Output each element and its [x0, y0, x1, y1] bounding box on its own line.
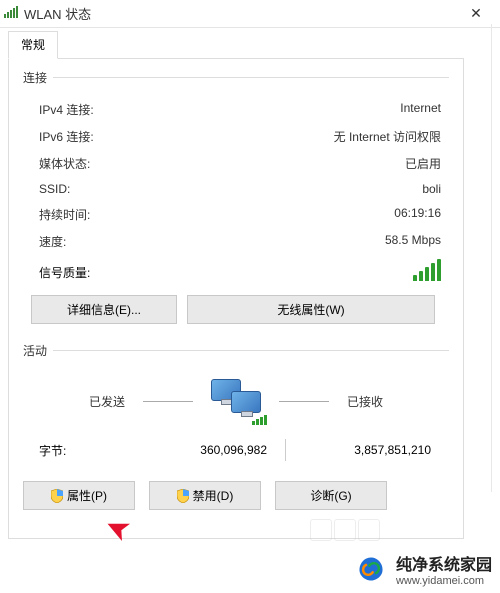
bytes-sent: 360,096,982 — [129, 443, 277, 457]
line-icon — [143, 401, 193, 402]
connection-legend: 连接 — [23, 69, 53, 86]
watermark-url: www.yidamei.com — [396, 575, 492, 587]
wifi-icon — [4, 6, 18, 21]
row-speed: 速度: 58.5 Mbps — [23, 228, 449, 255]
activity-diagram: 已发送 已接收 — [23, 369, 449, 429]
label-signal: 信号质量: — [39, 264, 90, 281]
decorative-rule — [491, 24, 492, 492]
bytes-received: 3,857,851,210 — [293, 443, 441, 457]
row-ipv4: IPv4 连接: Internet — [23, 96, 449, 123]
received-label: 已接收 — [347, 393, 383, 410]
details-button[interactable]: 详细信息(E)... — [31, 295, 177, 324]
value-ipv4: Internet — [400, 101, 441, 118]
shield-icon — [51, 489, 63, 503]
diagnose-button[interactable]: 诊断(G) — [275, 481, 387, 510]
row-ssid: SSID: boli — [23, 177, 449, 201]
tab-strip: 常规 — [8, 30, 472, 58]
close-button[interactable]: ✕ — [456, 5, 496, 22]
watermark: 纯净系统家园 www.yidamei.com — [354, 551, 492, 587]
network-monitors-icon — [211, 379, 261, 423]
value-media: 已启用 — [405, 155, 441, 172]
properties-button-label: 属性(P) — [67, 487, 107, 504]
bytes-row: 字节: 360,096,982 3,857,851,210 — [23, 429, 449, 475]
label-ipv4: IPv4 连接: — [39, 101, 94, 118]
bytes-label: 字节: — [39, 442, 129, 459]
titlebar: WLAN 状态 ✕ — [0, 0, 500, 28]
tab-general[interactable]: 常规 — [8, 31, 58, 59]
label-speed: 速度: — [39, 233, 66, 250]
activity-legend: 活动 — [23, 342, 53, 359]
properties-button[interactable]: 属性(P) — [23, 481, 135, 510]
watermark-bar: 纯净系统家园 www.yidamei.com — [0, 543, 500, 593]
line-icon — [279, 401, 329, 402]
watermark-faint-icons — [310, 519, 380, 541]
label-ipv6: IPv6 连接: — [39, 128, 94, 145]
value-ipv6: 无 Internet 访问权限 — [334, 128, 441, 145]
row-media: 媒体状态: 已启用 — [23, 150, 449, 177]
shield-icon — [177, 489, 189, 503]
tab-panel: 连接 IPv4 连接: Internet IPv6 连接: 无 Internet… — [8, 58, 464, 539]
label-duration: 持续时间: — [39, 206, 90, 223]
row-duration: 持续时间: 06:19:16 — [23, 201, 449, 228]
watermark-logo-icon — [354, 555, 388, 583]
sent-label: 已发送 — [89, 393, 125, 410]
dialog-body: 常规 连接 IPv4 连接: Internet IPv6 连接: 无 Inter… — [0, 30, 472, 539]
row-signal: 信号质量: — [23, 255, 449, 289]
diagnose-button-label: 诊断(G) — [310, 487, 351, 504]
connection-buttons: 详细信息(E)... 无线属性(W) — [23, 289, 449, 328]
wireless-properties-button[interactable]: 无线属性(W) — [187, 295, 435, 324]
row-ipv6: IPv6 连接: 无 Internet 访问权限 — [23, 123, 449, 150]
watermark-title: 纯净系统家园 — [396, 551, 492, 575]
signal-bars-icon — [413, 259, 441, 281]
label-ssid: SSID: — [39, 182, 70, 196]
value-speed: 58.5 Mbps — [385, 233, 441, 250]
disable-button[interactable]: 禁用(D) — [149, 481, 261, 510]
label-media: 媒体状态: — [39, 155, 90, 172]
value-ssid: boli — [422, 182, 441, 196]
window-title: WLAN 状态 — [24, 4, 456, 23]
activity-group: 活动 已发送 已接收 字节: 360,096,982 3,857,851,210 — [23, 342, 449, 516]
value-duration: 06:19:16 — [394, 206, 441, 223]
disable-button-label: 禁用(D) — [193, 487, 234, 504]
connection-group: 连接 IPv4 连接: Internet IPv6 连接: 无 Internet… — [23, 69, 449, 334]
separator-icon — [285, 439, 286, 461]
activity-buttons: 属性(P) 禁用(D) 诊断(G) — [23, 475, 449, 510]
